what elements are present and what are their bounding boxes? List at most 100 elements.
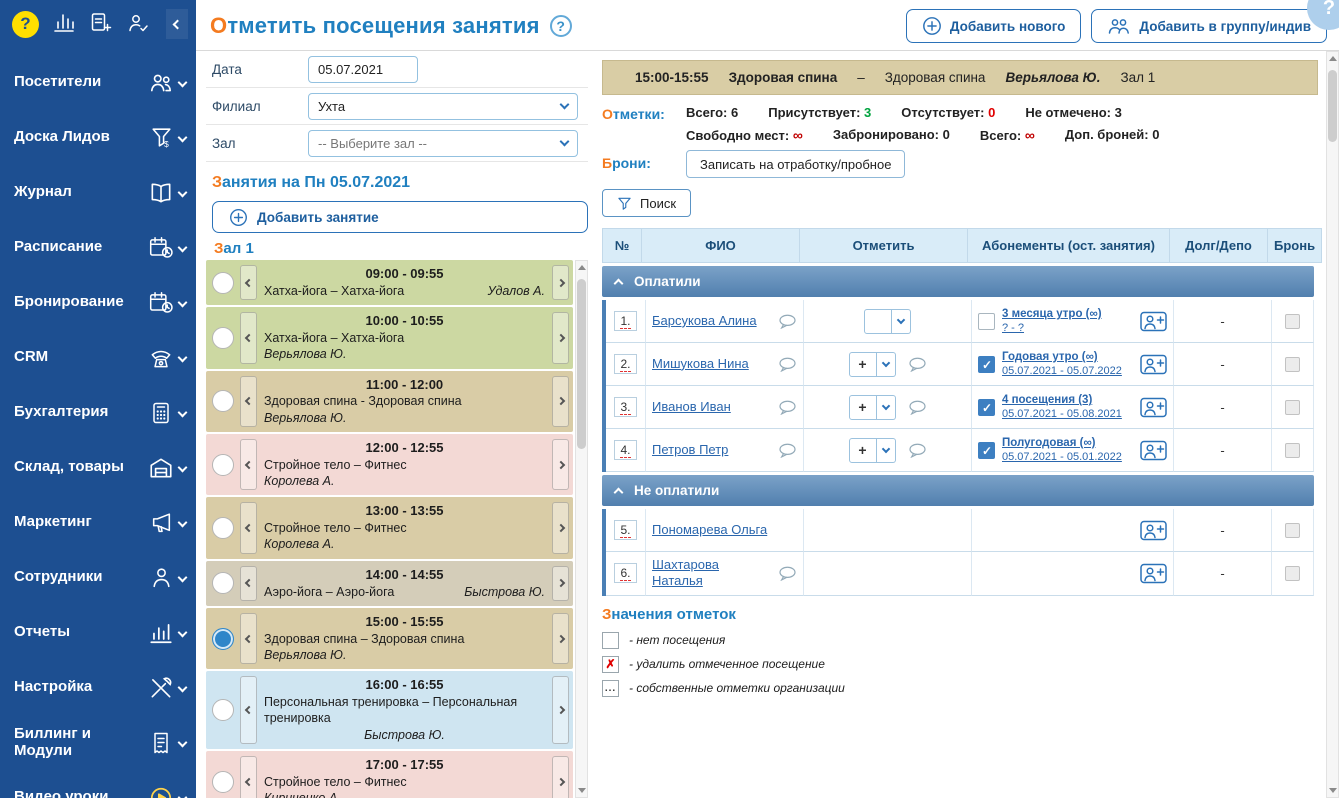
branch-select[interactable]: Ухта bbox=[308, 93, 578, 120]
scroll-up-icon[interactable] bbox=[578, 265, 586, 270]
comment-icon[interactable] bbox=[778, 314, 797, 329]
sidebar-item-schedule[interactable]: Расписание bbox=[0, 220, 196, 275]
lesson-radio-selected[interactable] bbox=[212, 628, 234, 650]
lesson-row-1700[interactable]: 17:00 - 17:55 Стройное тело – Фитнес Кир… bbox=[206, 751, 573, 798]
comment-icon[interactable] bbox=[778, 443, 797, 458]
group-header-unpaid[interactable]: Не оплатили bbox=[602, 475, 1314, 506]
mark-select[interactable] bbox=[864, 309, 911, 334]
lesson-row-1000[interactable]: 10:00 - 10:55 Хатха-йога – Хатха-йога Ве… bbox=[206, 307, 573, 368]
scroll-down-icon[interactable] bbox=[1329, 788, 1337, 793]
lesson-prev-button[interactable] bbox=[240, 613, 257, 664]
assign-subscription-icon[interactable] bbox=[1140, 440, 1167, 461]
lesson-radio[interactable] bbox=[212, 572, 234, 594]
record-trial-button[interactable]: Записать на отработку/пробное bbox=[686, 150, 905, 178]
assign-subscription-icon[interactable] bbox=[1140, 520, 1167, 541]
comment-icon[interactable] bbox=[778, 566, 797, 581]
lesson-list-scrollbar[interactable] bbox=[575, 260, 588, 798]
lesson-row-1600[interactable]: 16:00 - 16:55 Персональная тренировка – … bbox=[206, 671, 573, 749]
lesson-row-1300[interactable]: 13:00 - 13:55 Стройное тело – Фитнес Кор… bbox=[206, 497, 573, 558]
lesson-row-1100[interactable]: 11:00 - 12:00 Здоровая спина - Здоровая … bbox=[206, 371, 573, 432]
lesson-next-button[interactable] bbox=[552, 502, 569, 553]
group-header-paid[interactable]: Оплатили bbox=[602, 266, 1314, 297]
lesson-row-1400[interactable]: 14:00 - 14:55 Аэро-йога – Аэро-йогаБыстр… bbox=[206, 561, 573, 606]
sidebar-item-marketing[interactable]: Маркетинг bbox=[0, 495, 196, 550]
lesson-next-button[interactable] bbox=[552, 376, 569, 427]
sidebar-item-visitors[interactable]: Посетители bbox=[0, 55, 196, 110]
lesson-radio[interactable] bbox=[212, 517, 234, 539]
assign-subscription-icon[interactable] bbox=[1140, 354, 1167, 375]
lesson-radio[interactable] bbox=[212, 327, 234, 349]
booking-checkbox[interactable] bbox=[1285, 400, 1300, 415]
booking-checkbox[interactable] bbox=[1285, 357, 1300, 372]
document-add-icon[interactable] bbox=[89, 11, 113, 38]
stats-icon[interactable] bbox=[52, 11, 76, 38]
lesson-radio[interactable] bbox=[212, 390, 234, 412]
client-name-link[interactable]: Петров Петр bbox=[652, 442, 728, 458]
search-button[interactable]: Поиск bbox=[602, 189, 691, 217]
lesson-prev-button[interactable] bbox=[240, 265, 257, 300]
subscription-link[interactable]: 4 посещения (3) bbox=[1002, 394, 1133, 406]
lesson-prev-button[interactable] bbox=[240, 439, 257, 490]
assign-subscription-icon[interactable] bbox=[1140, 311, 1167, 332]
add-new-button[interactable]: Добавить нового bbox=[906, 9, 1082, 43]
subscription-checkbox-checked[interactable] bbox=[978, 356, 995, 373]
comment-icon[interactable] bbox=[778, 400, 797, 415]
subscription-checkbox[interactable] bbox=[978, 313, 995, 330]
lesson-row-1500-selected[interactable]: 15:00 - 15:55 Здоровая спина – Здоровая … bbox=[206, 608, 573, 669]
lesson-radio[interactable] bbox=[212, 771, 234, 793]
subscription-dates-link[interactable]: 05.07.2021 - 05.07.2022 bbox=[1002, 365, 1133, 377]
scroll-up-icon[interactable] bbox=[1329, 56, 1337, 61]
client-name-link[interactable]: Мишукова Нина bbox=[652, 356, 749, 372]
lesson-prev-button[interactable] bbox=[240, 756, 257, 798]
assign-subscription-icon[interactable] bbox=[1140, 563, 1167, 584]
lesson-radio[interactable] bbox=[212, 699, 234, 721]
date-input[interactable] bbox=[308, 56, 418, 83]
mark-comment-icon[interactable] bbox=[908, 443, 927, 458]
add-to-group-button[interactable]: Добавить в группу/индив bbox=[1091, 9, 1327, 43]
subscription-checkbox-checked[interactable] bbox=[978, 442, 995, 459]
booking-checkbox[interactable] bbox=[1285, 523, 1300, 538]
add-lesson-button[interactable]: Добавить занятие bbox=[212, 201, 588, 233]
sidebar-item-billing[interactable]: Биллинг и Модули bbox=[0, 715, 196, 770]
client-name-link[interactable]: Шахтарова Наталья bbox=[652, 557, 742, 590]
sidebar-item-accounting[interactable]: Бухгалтерия bbox=[0, 385, 196, 440]
lesson-prev-button[interactable] bbox=[240, 502, 257, 553]
sidebar-item-journal[interactable]: Журнал bbox=[0, 165, 196, 220]
subscription-link[interactable]: Полугодовая (∞) bbox=[1002, 437, 1133, 449]
mark-comment-icon[interactable] bbox=[908, 400, 927, 415]
help-icon[interactable]: ? bbox=[12, 11, 39, 38]
lesson-row-1200[interactable]: 12:00 - 12:55 Стройное тело – Фитнес Кор… bbox=[206, 434, 573, 495]
mark-select[interactable]: + bbox=[849, 438, 896, 463]
sidebar-item-leads-board[interactable]: Доска Лидов $ bbox=[0, 110, 196, 165]
page-scrollbar[interactable] bbox=[1326, 51, 1339, 798]
lesson-next-button[interactable] bbox=[552, 756, 569, 798]
title-help-icon[interactable]: ? bbox=[550, 15, 572, 37]
subscription-checkbox-checked[interactable] bbox=[978, 399, 995, 416]
subscription-dates-link[interactable]: 05.07.2021 - 05.08.2021 bbox=[1002, 408, 1133, 420]
comment-icon[interactable] bbox=[778, 357, 797, 372]
mark-comment-icon[interactable] bbox=[908, 357, 927, 372]
sidebar-item-warehouse[interactable]: Склад, товары bbox=[0, 440, 196, 495]
scrollbar-thumb[interactable] bbox=[577, 279, 586, 449]
booking-checkbox[interactable] bbox=[1285, 566, 1300, 581]
mark-select[interactable]: + bbox=[849, 395, 896, 420]
lesson-next-button[interactable] bbox=[552, 676, 569, 744]
subscription-link[interactable]: Годовая утро (∞) bbox=[1002, 351, 1133, 363]
scrollbar-thumb[interactable] bbox=[1328, 70, 1337, 142]
subscription-dates-link[interactable]: 05.07.2021 - 05.01.2022 bbox=[1002, 451, 1133, 463]
lesson-next-button[interactable] bbox=[552, 265, 569, 300]
lesson-prev-button[interactable] bbox=[240, 566, 257, 601]
lesson-radio[interactable] bbox=[212, 272, 234, 294]
booking-checkbox[interactable] bbox=[1285, 443, 1300, 458]
sidebar-item-reports[interactable]: Отчеты bbox=[0, 605, 196, 660]
lesson-next-button[interactable] bbox=[552, 613, 569, 664]
lesson-next-button[interactable] bbox=[552, 312, 569, 363]
sidebar-collapse-icon[interactable] bbox=[166, 9, 188, 39]
client-name-link[interactable]: Иванов Иван bbox=[652, 399, 731, 415]
lesson-prev-button[interactable] bbox=[240, 312, 257, 363]
subscription-link[interactable]: 3 месяца утро (∞) bbox=[1002, 308, 1133, 320]
client-name-link[interactable]: Пономарева Ольга bbox=[652, 522, 767, 538]
lesson-next-button[interactable] bbox=[552, 566, 569, 601]
sidebar-item-video-lessons[interactable]: Видео уроки bbox=[0, 770, 196, 798]
lesson-prev-button[interactable] bbox=[240, 376, 257, 427]
